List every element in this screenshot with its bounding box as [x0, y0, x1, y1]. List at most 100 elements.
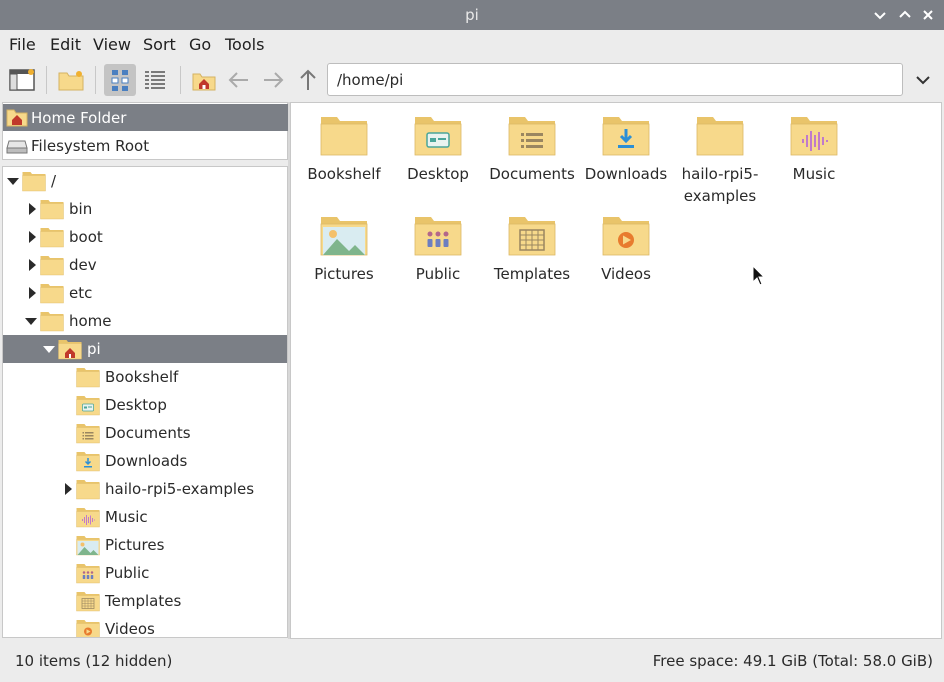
title-bar[interactable]: pi — [0, 0, 944, 30]
downloads-folder-icon — [602, 117, 650, 156]
expander-open-icon[interactable] — [43, 346, 55, 353]
place-home-folder[interactable]: Home Folder — [3, 104, 288, 131]
folder-icon — [40, 312, 64, 332]
file-item-label: Bookshelf — [307, 165, 381, 183]
chevron-down-icon — [916, 76, 930, 85]
path-bar[interactable] — [327, 63, 903, 96]
file-item-label: Videos — [601, 265, 651, 283]
directory-tree[interactable]: / bin boot dev etc home pi Bookshelf Desktop Docu… — [2, 166, 288, 638]
file-item[interactable]: Documents — [485, 105, 579, 185]
new-window-icon — [9, 69, 35, 91]
expander-closed-icon[interactable] — [29, 259, 36, 271]
tree-item-icon — [75, 450, 100, 472]
expander-closed-icon[interactable] — [29, 287, 36, 299]
new-folder-button[interactable] — [55, 64, 87, 96]
list-view-button[interactable] — [139, 64, 171, 96]
status-bar: 10 items (12 hidden) Free space: 49.1 Gi… — [0, 640, 944, 682]
forward-button[interactable] — [257, 64, 289, 96]
file-item-label: Music — [792, 165, 836, 183]
mouse-cursor-icon — [752, 265, 766, 286]
menu-file[interactable]: File — [9, 35, 36, 54]
tree-item-icon — [75, 422, 100, 444]
tree-item-videos[interactable]: Videos — [3, 615, 287, 637]
downloads-folder-icon — [76, 452, 100, 472]
back-arrow-icon — [228, 72, 248, 88]
music-folder-icon — [790, 117, 838, 156]
file-item[interactable]: Pictures — [297, 205, 391, 285]
home-folder-icon — [58, 340, 82, 360]
back-button[interactable] — [223, 64, 255, 96]
tree-item-public[interactable]: Public — [3, 559, 287, 587]
new-window-button[interactable] — [6, 64, 38, 96]
tree-item-label: Music — [105, 508, 148, 526]
drive-icon — [6, 140, 28, 154]
documents-folder-icon — [76, 424, 100, 444]
tree-item-icon — [75, 562, 100, 584]
file-item[interactable]: Templates — [485, 205, 579, 285]
expander-open-icon[interactable] — [7, 178, 19, 185]
tree-item-dev[interactable]: dev — [3, 251, 287, 279]
icon-view-button[interactable] — [104, 64, 136, 96]
close-button[interactable] — [918, 5, 938, 25]
file-item[interactable]: Public — [391, 205, 485, 285]
tree-item-root[interactable]: / — [3, 167, 287, 195]
minimize-button[interactable] — [870, 5, 890, 25]
file-item-label: Pictures — [314, 265, 374, 283]
place-filesystem-root[interactable]: Filesystem Root — [3, 132, 288, 159]
expander-closed-icon[interactable] — [29, 231, 36, 243]
tree-item-pi[interactable]: pi — [3, 335, 287, 363]
file-item-icon-wrap — [507, 213, 557, 257]
folder-icon — [40, 200, 64, 220]
up-button[interactable] — [292, 64, 324, 96]
tree-item-documents[interactable]: Documents — [3, 419, 287, 447]
expander-closed-icon[interactable] — [65, 483, 72, 495]
menu-tools[interactable]: Tools — [225, 35, 264, 54]
menu-sort[interactable]: Sort — [143, 35, 176, 54]
tree-item-label: Desktop — [105, 396, 167, 414]
tree-item-music[interactable]: Music — [3, 503, 287, 531]
file-item[interactable]: Music — [767, 105, 861, 185]
file-item-icon-wrap — [601, 213, 651, 257]
file-item-icon-wrap — [413, 113, 463, 157]
tree-item-templates[interactable]: Templates — [3, 587, 287, 615]
menu-bar: File Edit View Sort Go Tools — [0, 30, 944, 58]
tree-item-icon — [39, 198, 64, 220]
maximize-button[interactable] — [895, 5, 915, 25]
tree-item-bookshelf[interactable]: Bookshelf — [3, 363, 287, 391]
expander-open-icon[interactable] — [25, 318, 37, 325]
documents-folder-icon — [508, 117, 556, 156]
file-item[interactable]: hailo-rpi5- examples — [673, 105, 767, 207]
home-button[interactable] — [188, 64, 220, 96]
tree-item-icon — [75, 366, 100, 388]
icon-view-icon — [111, 70, 129, 91]
folder-icon — [696, 117, 744, 156]
tree-item-label: dev — [69, 256, 97, 274]
file-item[interactable]: Bookshelf — [297, 105, 391, 185]
tree-item-icon — [75, 590, 100, 612]
path-input[interactable] — [328, 64, 877, 95]
file-view[interactable]: Bookshelf Desktop Documents Downloads hailo-… — [290, 102, 942, 639]
menu-edit[interactable]: Edit — [50, 35, 81, 54]
file-item-label: Downloads — [584, 165, 668, 183]
expander-closed-icon[interactable] — [29, 203, 36, 215]
place-label: Filesystem Root — [31, 137, 150, 155]
tree-item-label: Templates — [105, 592, 182, 610]
tree-item-bin[interactable]: bin — [3, 195, 287, 223]
up-arrow-icon — [300, 69, 316, 90]
file-item[interactable]: Videos — [579, 205, 673, 285]
tree-item-pictures[interactable]: Pictures — [3, 531, 287, 559]
menu-go[interactable]: Go — [189, 35, 211, 54]
tree-item-icon — [75, 478, 100, 500]
file-item[interactable]: Desktop — [391, 105, 485, 185]
tree-item-etc[interactable]: etc — [3, 279, 287, 307]
tree-item-label: / — [51, 172, 57, 190]
tree-item-boot[interactable]: boot — [3, 223, 287, 251]
file-item[interactable]: Downloads — [579, 105, 673, 185]
folder-icon — [76, 480, 100, 500]
tree-item-downloads[interactable]: Downloads — [3, 447, 287, 475]
tree-item-desktop[interactable]: Desktop — [3, 391, 287, 419]
path-history-dropdown[interactable] — [911, 68, 935, 92]
tree-item-hailo-rpi5-examples[interactable]: hailo-rpi5-examples — [3, 475, 287, 503]
tree-item-home[interactable]: home — [3, 307, 287, 335]
menu-view[interactable]: View — [93, 35, 131, 54]
